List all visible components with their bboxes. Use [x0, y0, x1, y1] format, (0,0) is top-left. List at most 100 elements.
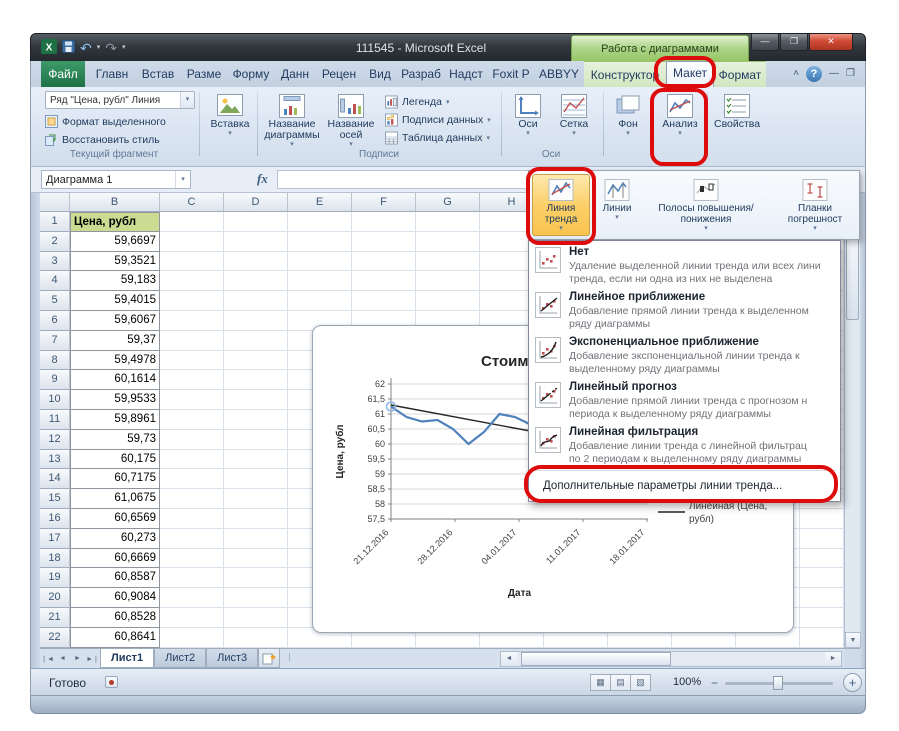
- cell-C1[interactable]: [160, 212, 224, 232]
- cell-C13[interactable]: [160, 450, 224, 470]
- row-header-20[interactable]: 20: [40, 588, 70, 608]
- zoom-in-icon[interactable]: +: [843, 673, 862, 692]
- cell-M19[interactable]: [800, 568, 844, 588]
- tab-Разме[interactable]: Разме: [180, 61, 228, 87]
- column-header-B[interactable]: B: [70, 193, 160, 212]
- cell-E2[interactable]: [288, 232, 352, 252]
- page-layout-view-icon[interactable]: ▤: [610, 674, 631, 691]
- cell-D7[interactable]: [224, 331, 288, 351]
- cell-B8[interactable]: 59,4978: [70, 351, 160, 371]
- row-header-21[interactable]: 21: [40, 608, 70, 628]
- tab-Конструктор[interactable]: Конструктор: [584, 61, 666, 87]
- row-header-4[interactable]: 4: [40, 271, 70, 291]
- row-header-15[interactable]: 15: [40, 489, 70, 509]
- cell-G4[interactable]: [416, 271, 480, 291]
- scroll-left-icon[interactable]: ◄: [501, 652, 517, 666]
- row-header-7[interactable]: 7: [40, 331, 70, 351]
- cell-G1[interactable]: [416, 212, 480, 232]
- cell-M16[interactable]: [800, 509, 844, 529]
- cell-C16[interactable]: [160, 509, 224, 529]
- workbook-minimize-icon[interactable]: ―: [829, 66, 839, 82]
- cell-B7[interactable]: 59,37: [70, 331, 160, 351]
- undo-dropdown-icon[interactable]: ▾: [97, 41, 101, 55]
- cell-B5[interactable]: 59,4015: [70, 291, 160, 311]
- tab-Вид[interactable]: Вид: [362, 61, 398, 87]
- cell-M22[interactable]: [800, 628, 844, 648]
- insert-sheet-button[interactable]: [258, 649, 280, 668]
- tab-Надст[interactable]: Надст: [444, 61, 488, 87]
- updown-bars-button[interactable]: Полосы повышения/понижения▾: [644, 174, 768, 236]
- cell-M21[interactable]: [800, 608, 844, 628]
- zoom-level[interactable]: 100%: [673, 676, 701, 688]
- cell-B12[interactable]: 59,73: [70, 430, 160, 450]
- cell-C17[interactable]: [160, 529, 224, 549]
- column-header-D[interactable]: D: [224, 193, 288, 212]
- cell-B18[interactable]: 60,6669: [70, 549, 160, 569]
- menu-item-moving-average[interactable]: Линейная фильтрацияДобавление линии трен…: [529, 423, 840, 468]
- cell-D4[interactable]: [224, 271, 288, 291]
- error-bars-button[interactable]: Планки погрешност▾: [770, 174, 860, 236]
- cell-C15[interactable]: [160, 489, 224, 509]
- tab-Главн[interactable]: Главн: [88, 61, 136, 87]
- cell-F1[interactable]: [352, 212, 416, 232]
- cell-C19[interactable]: [160, 568, 224, 588]
- zoom-out-icon[interactable]: −: [711, 676, 718, 690]
- cell-C2[interactable]: [160, 232, 224, 252]
- cell-C9[interactable]: [160, 370, 224, 390]
- cell-D19[interactable]: [224, 568, 288, 588]
- row-header-1[interactable]: 1: [40, 212, 70, 232]
- cell-F2[interactable]: [352, 232, 416, 252]
- close-button[interactable]: ✕: [809, 34, 853, 51]
- cell-D8[interactable]: [224, 351, 288, 371]
- axis-titles-button[interactable]: Название осей ▾: [323, 90, 379, 154]
- cell-D5[interactable]: [224, 291, 288, 311]
- last-sheet-icon[interactable]: ►❘: [85, 655, 100, 663]
- macro-record-icon[interactable]: [105, 676, 118, 688]
- cell-D3[interactable]: [224, 252, 288, 272]
- cell-B2[interactable]: 59,6697: [70, 232, 160, 252]
- cell-C11[interactable]: [160, 410, 224, 430]
- maximize-button[interactable]: ❐: [780, 34, 808, 51]
- normal-view-icon[interactable]: ▦: [590, 674, 611, 691]
- scroll-right-icon[interactable]: ►: [825, 652, 841, 666]
- vertical-scrollbar[interactable]: ▲ ▼: [844, 193, 860, 648]
- row-header-6[interactable]: 6: [40, 311, 70, 331]
- row-header-10[interactable]: 10: [40, 390, 70, 410]
- lines-button[interactable]: Линии▾: [592, 174, 642, 236]
- cell-C18[interactable]: [160, 549, 224, 569]
- cell-F5[interactable]: [352, 291, 416, 311]
- data-labels-button[interactable]: Подписи данных ▾: [385, 111, 491, 128]
- cell-B17[interactable]: 60,273: [70, 529, 160, 549]
- cell-B13[interactable]: 60,175: [70, 450, 160, 470]
- cell-M17[interactable]: [800, 529, 844, 549]
- cell-D18[interactable]: [224, 549, 288, 569]
- cell-D11[interactable]: [224, 410, 288, 430]
- cell-F4[interactable]: [352, 271, 416, 291]
- cell-D21[interactable]: [224, 608, 288, 628]
- cell-B9[interactable]: 60,1614: [70, 370, 160, 390]
- zoom-slider-thumb[interactable]: [773, 676, 783, 690]
- sheet-tab-Лист2[interactable]: Лист2: [154, 649, 206, 668]
- row-header-2[interactable]: 2: [40, 232, 70, 252]
- reset-style-button[interactable]: Восстановить стиль: [45, 131, 160, 148]
- cell-D22[interactable]: [224, 628, 288, 648]
- menu-item-exponential[interactable]: Экспоненциальное приближениеДобавление э…: [529, 333, 840, 378]
- format-selection-button[interactable]: Формат выделенного: [45, 113, 166, 130]
- cell-C10[interactable]: [160, 390, 224, 410]
- cell-D2[interactable]: [224, 232, 288, 252]
- page-break-view-icon[interactable]: ▧: [630, 674, 651, 691]
- cell-D14[interactable]: [224, 469, 288, 489]
- row-header-3[interactable]: 3: [40, 252, 70, 272]
- cell-C6[interactable]: [160, 311, 224, 331]
- tab-Данн[interactable]: Данн: [274, 61, 316, 87]
- tab-Формат[interactable]: Формат: [714, 61, 766, 87]
- cell-E1[interactable]: [288, 212, 352, 232]
- tab-Файл[interactable]: Файл: [41, 61, 85, 87]
- cell-D1[interactable]: [224, 212, 288, 232]
- cell-D20[interactable]: [224, 588, 288, 608]
- cell-G3[interactable]: [416, 252, 480, 272]
- cell-G2[interactable]: [416, 232, 480, 252]
- horizontal-scroll-thumb[interactable]: [521, 652, 671, 666]
- cell-D6[interactable]: [224, 311, 288, 331]
- cell-B10[interactable]: 59,9533: [70, 390, 160, 410]
